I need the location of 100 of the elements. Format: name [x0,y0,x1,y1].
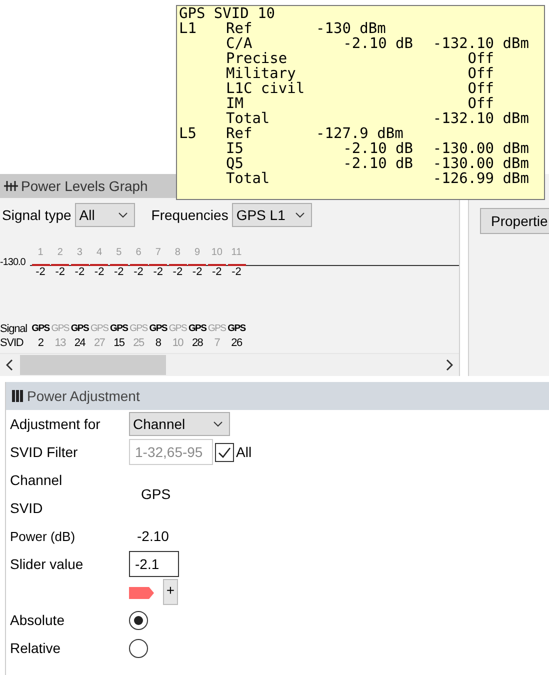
signal-name: GPS [90,322,108,336]
signal-name: GPS [32,322,50,336]
increment-button[interactable]: + [163,579,178,605]
channel-value: -2 [192,266,202,280]
total-value: Off [468,52,494,67]
panel-title: Power Levels Graph [21,178,148,194]
unit-label: dBm [502,37,530,52]
channel-number: 1 [38,247,44,260]
adjustment-dropdown[interactable]: Channel [129,412,230,436]
channel-value: -2 [74,266,85,280]
signal-label: Ref [226,127,254,142]
bars-icon [12,390,23,402]
all-checkbox[interactable] [215,442,234,462]
frequencies-label: Frequencies [151,207,228,223]
slider-value-field[interactable]: -2.1 [129,551,179,577]
signal-label: Total [226,112,271,127]
signal-label: C/A [226,37,254,52]
signal-label: L1C civil [226,82,306,97]
field-label: Adjustment for [10,416,102,432]
channel-number: 2 [57,247,63,260]
signal-label: Precise [226,52,288,67]
signal-label: Ref [226,22,254,37]
band-label: L5 [179,127,198,142]
total-value: -132.10 [432,37,494,52]
checkbox-label: All [236,444,252,460]
properties-button[interactable]: Propertie [480,208,549,234]
panel-title: Power Adjustment [27,388,140,404]
band-label: L1 [179,22,198,37]
channel-value: -2 [134,266,144,280]
total-value: Off [468,82,494,97]
svid-number: 24 [74,336,85,350]
unit-label: dBm [502,157,530,172]
total-value: -130.00 [432,157,494,172]
slider-thumb[interactable] [129,585,155,601]
channel-value: -2 [94,266,104,280]
svid-filter-field[interactable]: 1-32,65-95 [129,439,213,465]
option-label: Relative [10,640,62,656]
total-value: Off [468,97,494,112]
channel-number: 9 [194,247,200,260]
signal-name: GPS [208,322,226,336]
channel-number: 7 [155,247,161,260]
signal-name: GPS [70,322,89,336]
radio-button[interactable] [129,610,148,630]
channel-number: 5 [116,247,122,260]
scrollbar-thumb[interactable] [20,355,166,375]
channel-number: 10 [211,247,222,260]
radio-button[interactable] [129,638,148,658]
svid-number: 7 [214,336,220,350]
tooltip-title: GPS SVID 10 [179,6,276,22]
signal-type-dropdown[interactable]: All [75,203,136,227]
unit-label: dBm [502,142,530,157]
field-label: Channel [10,472,64,488]
channel-value: -2 [172,266,183,280]
channel-value: -2 [36,266,46,280]
check-icon [218,446,231,458]
signal-label: I5 [226,142,244,157]
channel-number: 8 [174,247,180,260]
channel-value: -2 [114,266,124,280]
signal-name: GPS [228,322,246,336]
frequency-dropdown[interactable]: GPS L1 [232,203,312,227]
field-label: SVID Filter [10,444,79,460]
svid-number: 8 [155,336,161,350]
svid-number: 25 [133,336,144,350]
channel-number: 3 [76,247,82,260]
channel-value: GPS [141,486,171,502]
svid-number: 2 [38,336,44,350]
signal-type-label: Signal type [2,207,72,223]
channel-value: -2 [212,266,222,280]
svid-number: 28 [192,336,203,350]
field-label: Power (dB) [10,528,76,544]
signal-label: Military [226,67,296,82]
svid-number: 10 [172,336,183,350]
signal-name: GPS [130,322,148,336]
signal-label: IM [226,97,244,112]
unit-label: dBm [502,172,530,187]
svid-number: 15 [114,336,124,350]
signal-name: GPS [110,322,128,336]
gain-value: -2.10 dB [343,37,413,52]
gain-value: -2.10 dB [343,142,413,157]
reference-power: -130 dBm [316,22,387,37]
channel-number: 4 [96,247,102,260]
signal-name: GPS [149,322,167,336]
signal-label: Q5 [226,157,244,172]
channel-number: 6 [136,247,142,260]
signal-name: GPS [51,322,69,336]
chevron-down-icon [118,212,128,218]
unit-label: dBm [502,112,530,127]
chevron-down-icon [295,212,306,218]
signal-name: GPS [188,322,206,336]
svid-number: 26 [231,336,242,350]
signal-row-label: Signal [0,322,27,336]
total-value: -126.99 [432,172,494,187]
gain-value: -2.10 dB [343,157,413,172]
channel-value: -2 [55,266,65,280]
channel-value: -2 [232,266,242,280]
svid-row-label: SVID [0,336,24,350]
graph-icon [4,180,18,192]
field-label: Slider value [10,556,84,572]
channel-number: 11 [231,247,242,260]
signal-name: GPS [168,322,187,336]
